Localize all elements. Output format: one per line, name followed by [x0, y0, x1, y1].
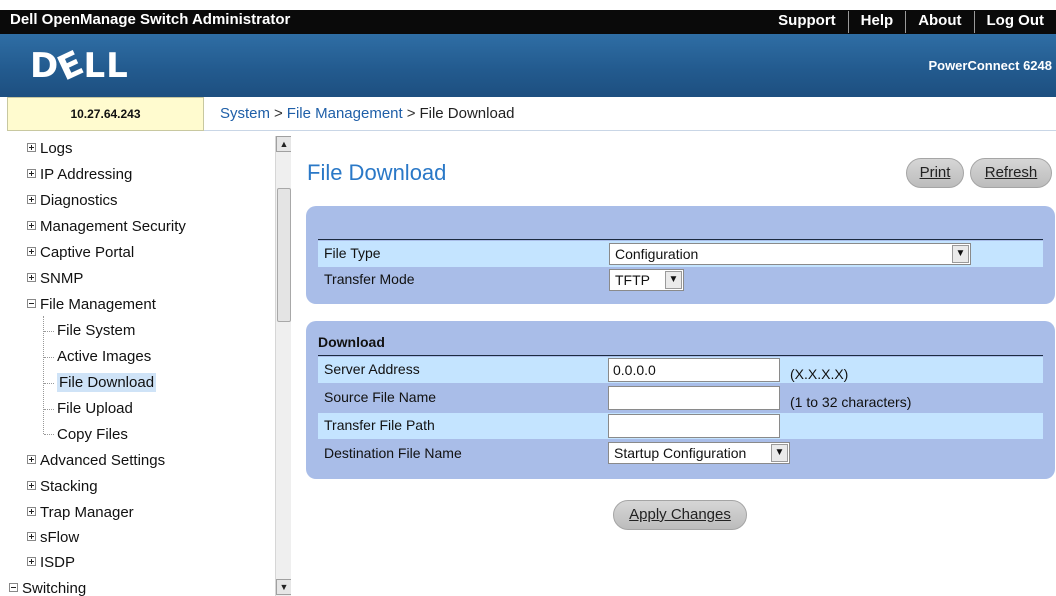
expand-icon[interactable]	[27, 195, 36, 205]
expand-icon[interactable]	[27, 455, 36, 465]
sidebar-item-copy-files[interactable]: Copy Files	[57, 422, 128, 448]
sidebar-item-file-system[interactable]: File System	[57, 318, 135, 344]
sidebar-item-management-security[interactable]: Management Security	[27, 214, 186, 240]
breadcrumb-separator: >	[274, 105, 283, 122]
transfer-mode-select[interactable]: TFTP ▼	[609, 269, 684, 291]
collapse-icon[interactable]	[27, 299, 36, 309]
sidebar-item-file-upload[interactable]: File Upload	[57, 396, 133, 422]
apply-changes-button[interactable]: Apply Changes	[613, 500, 747, 530]
file-settings-panel: File Type Transfer Mode Configuration ▼ …	[306, 206, 1055, 304]
tree-guide	[44, 409, 54, 410]
expand-icon[interactable]	[27, 557, 36, 567]
dropdown-arrow-icon[interactable]: ▼	[952, 245, 969, 263]
banner: DELL PowerConnect 6248	[0, 34, 1056, 97]
source-file-label: Source File Name	[324, 389, 437, 405]
expand-icon[interactable]	[27, 481, 36, 491]
download-section-title: Download	[318, 334, 385, 350]
transfer-path-input[interactable]	[608, 414, 780, 438]
help-link[interactable]: Help	[847, 11, 906, 33]
sidebar-item-advanced-settings[interactable]: Advanced Settings	[27, 448, 165, 474]
panel-rule	[318, 355, 1043, 356]
breadcrumb-file-management[interactable]: File Management	[287, 105, 403, 122]
tree-guide	[44, 357, 54, 358]
sidebar-item-trap-manager[interactable]: Trap Manager	[27, 500, 134, 526]
sidebar-item-captive-portal[interactable]: Captive Portal	[27, 240, 134, 266]
sidebar-item-diagnostics[interactable]: Diagnostics	[27, 188, 118, 214]
print-button[interactable]: Print	[906, 158, 964, 188]
tree-guide	[44, 383, 54, 384]
page-title: File Download	[307, 160, 447, 185]
expand-icon[interactable]	[27, 247, 36, 257]
app-title: Dell OpenManage Switch Administrator	[10, 11, 291, 28]
sidebar-tree: Logs IP Addressing Diagnostics Managemen…	[7, 136, 291, 596]
source-file-hint: (1 to 32 characters)	[790, 394, 912, 410]
scroll-down-icon[interactable]: ▼	[276, 579, 291, 595]
source-file-input[interactable]	[608, 386, 780, 410]
about-link[interactable]: About	[905, 11, 973, 33]
sidebar-item-file-download[interactable]: File Download	[57, 370, 157, 396]
top-links: Support Help About Log Out	[766, 11, 1056, 33]
expand-icon[interactable]	[27, 273, 36, 283]
sidebar-item-isdp[interactable]: ISDP	[27, 550, 75, 576]
device-model: PowerConnect 6248	[928, 58, 1052, 73]
file-type-label: File Type	[324, 245, 381, 261]
expand-icon[interactable]	[27, 507, 36, 517]
logout-link[interactable]: Log Out	[973, 11, 1056, 33]
server-address-input[interactable]: 0.0.0.0	[608, 358, 780, 382]
expand-icon[interactable]	[27, 143, 36, 153]
destination-label: Destination File Name	[324, 445, 462, 461]
breadcrumb-current: File Download	[419, 105, 515, 122]
refresh-button[interactable]: Refresh	[970, 158, 1052, 188]
tree-guide	[44, 434, 54, 435]
expand-icon[interactable]	[27, 221, 36, 231]
download-panel: Download Server Address Source File Name…	[306, 321, 1055, 479]
dell-logo: DELL	[30, 42, 129, 90]
file-type-select[interactable]: Configuration ▼	[609, 243, 971, 265]
transfer-path-label: Transfer File Path	[324, 417, 435, 433]
server-address-hint: (X.X.X.X)	[790, 366, 849, 382]
sidebar-scrollbar[interactable]: ▲ ▼	[275, 136, 291, 596]
dropdown-arrow-icon[interactable]: ▼	[665, 271, 682, 289]
support-link[interactable]: Support	[766, 11, 848, 33]
breadcrumb-separator: >	[406, 105, 416, 122]
dropdown-arrow-icon[interactable]: ▼	[771, 444, 788, 462]
sidebar-item-sflow[interactable]: sFlow	[27, 525, 79, 551]
collapse-icon[interactable]	[9, 583, 18, 593]
main-content: File Download Print Refresh File Type Tr…	[291, 131, 1056, 596]
expand-icon[interactable]	[27, 532, 36, 542]
panel-rule	[318, 239, 1043, 240]
tree-guide	[43, 316, 44, 434]
destination-select[interactable]: Startup Configuration ▼	[608, 442, 790, 464]
sidebar-item-ip-addressing[interactable]: IP Addressing	[27, 162, 132, 188]
sidebar-item-file-management[interactable]: File Management	[27, 292, 156, 318]
sidebar-item-stacking[interactable]: Stacking	[27, 474, 98, 500]
transfer-mode-label: Transfer Mode	[324, 271, 415, 287]
sidebar-item-logs[interactable]: Logs	[27, 136, 73, 162]
device-ip: 10.27.64.243	[7, 97, 204, 131]
breadcrumb: System > File Management > File Download	[204, 97, 1056, 131]
scroll-thumb[interactable]	[277, 188, 291, 322]
sidebar-item-active-images[interactable]: Active Images	[57, 344, 151, 370]
top-bar: Dell OpenManage Switch Administrator Sup…	[0, 0, 1056, 34]
sidebar-item-switching[interactable]: Switching	[9, 576, 86, 596]
scroll-up-icon[interactable]: ▲	[276, 136, 291, 152]
tree-guide	[44, 331, 54, 332]
server-address-label: Server Address	[324, 361, 420, 377]
switch-admin-window: Dell OpenManage Switch Administrator Sup…	[0, 0, 1056, 596]
expand-icon[interactable]	[27, 169, 36, 179]
breadcrumb-system[interactable]: System	[220, 105, 270, 122]
sidebar-item-snmp[interactable]: SNMP	[27, 266, 83, 292]
